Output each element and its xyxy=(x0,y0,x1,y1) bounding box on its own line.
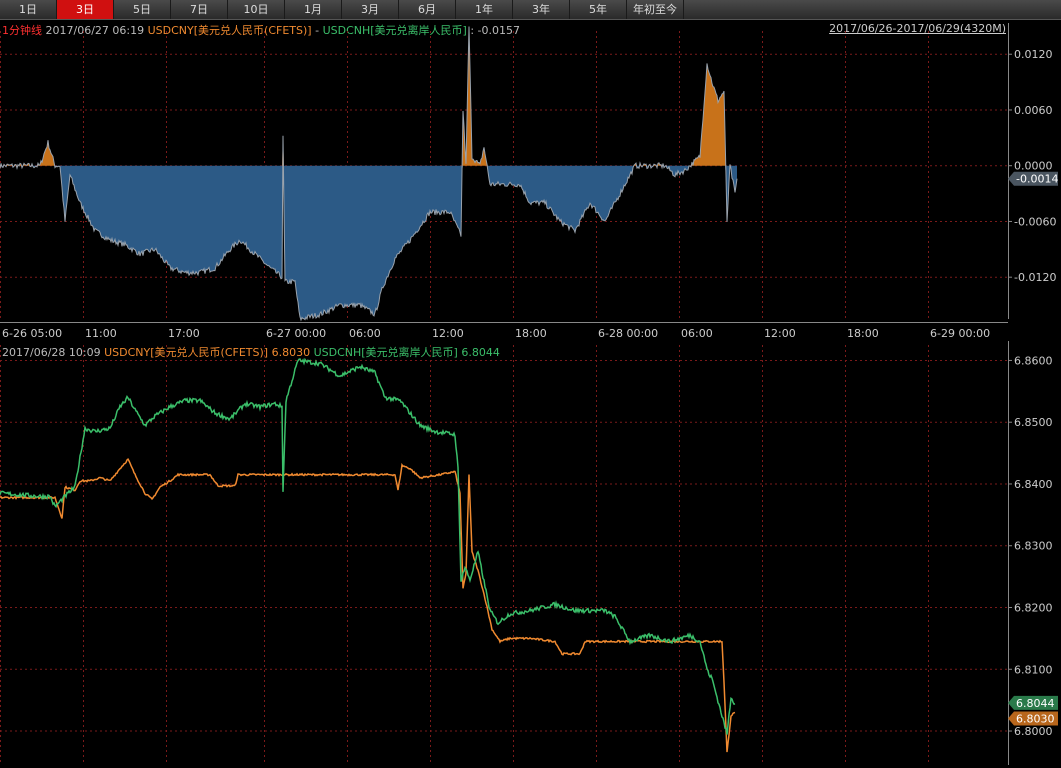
y-tick-label: 6.8200 xyxy=(1014,602,1053,615)
x-tick-label: 06:00 xyxy=(681,327,713,340)
x-tick-label: 11:00 xyxy=(85,327,117,340)
tab-7d[interactable]: 7日 xyxy=(171,0,228,19)
y-tick-label: 0.0000 xyxy=(1014,160,1053,173)
y-tick-label: 6.8600 xyxy=(1014,354,1053,367)
spread-positive-area xyxy=(0,26,737,166)
usdcny-current-tag: 6.8030 xyxy=(1016,713,1055,726)
y-tick-label: 6.8500 xyxy=(1014,416,1053,429)
spread-current-tag: -0.0014 xyxy=(1016,173,1058,186)
spread-chart: 0.0120 0.0060 0.0000 -0.0060 -0.0120 6-26 05:… xyxy=(0,23,1058,340)
x-tick-label: 06:00 xyxy=(349,327,381,340)
spread-negative-area xyxy=(0,165,737,321)
tab-10d[interactable]: 10日 xyxy=(228,0,285,19)
usdcny-line xyxy=(0,458,736,753)
period-tab-bar: 1日 3日 5日 7日 10日 1月 3月 6月 1年 3年 5年 年初至今 xyxy=(0,0,1061,20)
x-tick-label: 12:00 xyxy=(432,327,464,340)
tab-1m[interactable]: 1月 xyxy=(285,0,342,19)
x-tick-label: 12:00 xyxy=(764,327,796,340)
tab-3m[interactable]: 3月 xyxy=(342,0,399,19)
tab-ytd[interactable]: 年初至今 xyxy=(627,0,684,19)
x-tick-label: 6-26 05:00 xyxy=(2,327,62,340)
tab-3d[interactable]: 3日 xyxy=(57,0,114,19)
x-tick-label: 6-29 00:00 xyxy=(930,327,990,340)
tab-1d[interactable]: 1日 xyxy=(0,0,57,19)
tab-5y[interactable]: 5年 xyxy=(570,0,627,19)
tab-6m[interactable]: 6月 xyxy=(399,0,456,19)
y-tick-label: 0.0060 xyxy=(1014,104,1053,117)
x-tick-label: 6-27 00:00 xyxy=(266,327,326,340)
y-tick-label: 6.8300 xyxy=(1014,540,1053,553)
usdcnh-current-tag: 6.8044 xyxy=(1016,697,1055,710)
tab-3y[interactable]: 3年 xyxy=(513,0,570,19)
tab-5d[interactable]: 5日 xyxy=(114,0,171,19)
x-tick-label: 18:00 xyxy=(515,327,547,340)
x-tick-label: 6-28 00:00 xyxy=(598,327,658,340)
y-tick-label: 0.0120 xyxy=(1014,48,1053,61)
y-tick-label: 6.8400 xyxy=(1014,478,1053,491)
x-tick-label: 18:00 xyxy=(847,327,879,340)
y-tick-label: 6.8000 xyxy=(1014,725,1053,738)
x-tick-label: 17:00 xyxy=(168,327,200,340)
price-chart: 6.8600 6.8500 6.8400 6.8300 6.8200 6.8100 6.80… xyxy=(0,341,1058,765)
y-tick-label: 6.8100 xyxy=(1014,663,1053,676)
y-tick-label: -0.0060 xyxy=(1014,215,1056,228)
tab-1y[interactable]: 1年 xyxy=(456,0,513,19)
y-tick-label: -0.0120 xyxy=(1014,271,1056,284)
usdcnh-line xyxy=(0,357,736,735)
